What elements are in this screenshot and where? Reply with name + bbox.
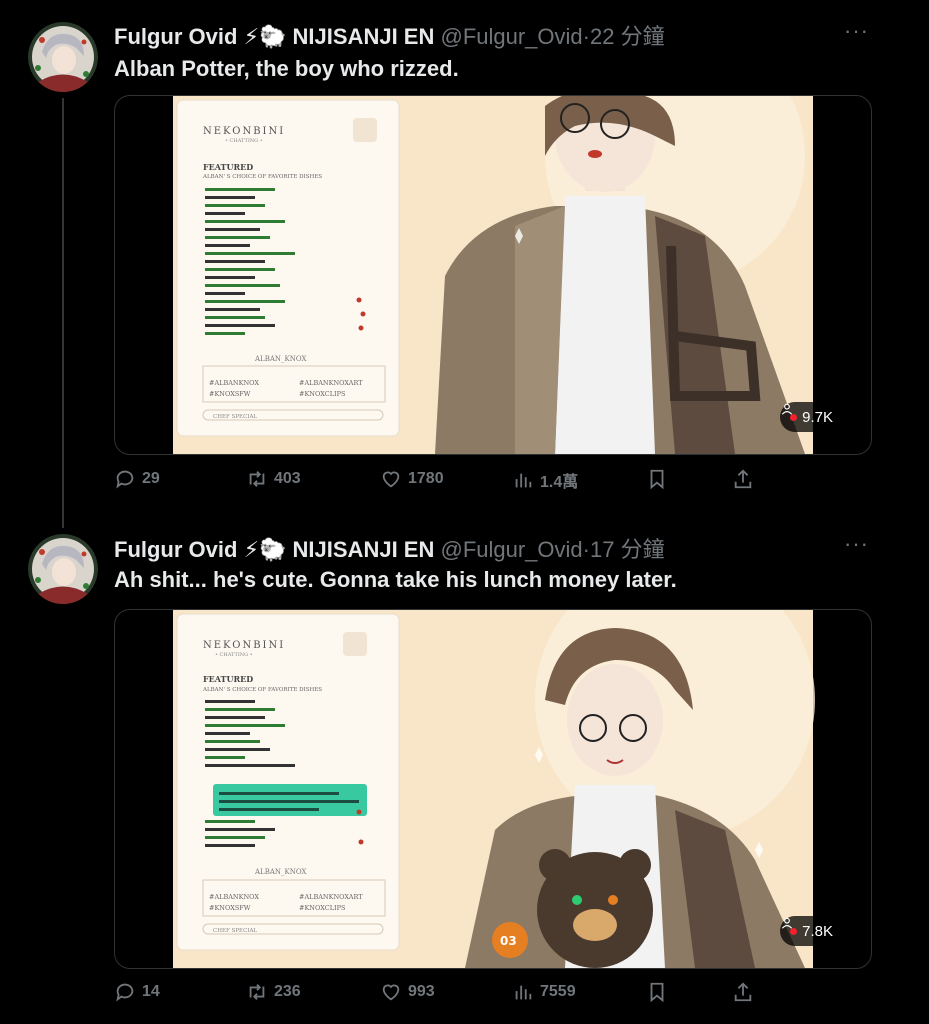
more-options-icon[interactable]: ··· [844,531,869,557]
overlay-tag-4: #KNOXCLIPS [299,390,345,398]
share-button[interactable] [732,468,754,490]
view-count: 9.7K [802,408,833,426]
views-count: 7559 [540,983,576,1000]
bar-chart-icon [515,473,532,488]
tweet-1[interactable]: Fulgur Ovid ⚡🐑 NIJISANJI EN @Fulgur_Ovid… [0,0,929,528]
bar-chart-icon [515,985,532,1000]
tweet-2[interactable]: Fulgur Ovid ⚡🐑 NIJISANJI EN @Fulgur_Ovid… [0,512,929,1024]
author-badges: ⚡🐑 NIJISANJI EN [243,24,435,49]
overlay-tag-3: #KNOXSFW [209,904,251,912]
overlay-tag-1: #ALBANKNOX [209,379,259,387]
overlay-footer: CHEF SPECIAL [213,928,257,934]
author-line: Fulgur Ovid ⚡🐑 NIJISANJI EN @Fulgur_Ovid… [114,532,665,564]
overlay-tag-1: #ALBANKNOX [209,893,259,901]
views-count: 1.4萬 [540,474,579,491]
share-icon [734,469,752,489]
bookmark-button[interactable] [646,981,668,1003]
tweet-text: Ah shit... he's cute. Gonna take his lun… [114,567,677,592]
person-icon [782,403,793,415]
like-button[interactable]: 993 [380,981,435,1003]
reply-count: 14 [142,983,160,1000]
bear-badge: 03 [500,934,517,948]
overlay-social: ALBAN_KNOX [254,355,306,363]
reply-icon [116,470,134,489]
retweet-count: 236 [274,983,301,1000]
overlay-subheading: ALBAN' S CHOICE OF FAVORITE DISHES [202,687,322,693]
overlay-subheading: ALBAN' S CHOICE OF FAVORITE DISHES [202,174,322,180]
author-handle[interactable]: @Fulgur_Ovid [440,537,582,562]
overlay-footer: CHEF SPECIAL [213,414,257,420]
heart-icon [382,471,400,488]
separator: · [582,537,590,562]
author-name[interactable]: Fulgur Ovid [114,537,237,562]
like-count: 1780 [408,470,444,487]
views-button[interactable]: 1.4萬 [512,468,578,492]
retweet-icon [249,984,265,1000]
bookmark-icon [650,469,664,490]
separator: · [582,24,590,49]
share-icon [734,982,752,1002]
tweet-media[interactable]: NEKONBINI • CHATTING • FEATURED ALBAN' S… [114,609,872,969]
tweet-media[interactable]: NEKONBINI • CHATTING • FEATURED ALBAN' S… [114,95,872,455]
timestamp[interactable]: 22 分鐘 [590,24,665,49]
tweet-actions: 14 236 993 7559 [114,981,764,1011]
overlay-tag-3: #KNOXSFW [209,390,251,398]
like-count: 993 [408,983,435,1000]
overlay-social: ALBAN_KNOX [254,868,306,876]
view-count: 7.8K [802,922,833,940]
overlay-heading: FEATURED [203,162,253,172]
views-button[interactable]: 7559 [512,981,576,1003]
overlay-tag-2: #ALBANKNOXART [299,379,363,387]
reply-button[interactable]: 14 [114,981,160,1003]
retweet-icon [249,471,265,487]
overlay-tag-2: #ALBANKNOXART [299,893,363,901]
author-badges: ⚡🐑 NIJISANJI EN [243,537,435,562]
reply-button[interactable]: 29 [114,468,160,490]
overlay-heading: FEATURED [203,674,253,684]
view-count-badge: 9.7K [780,402,843,432]
reply-icon [116,983,134,1002]
bookmark-icon [650,982,664,1003]
overlay-sub: • CHATTING • [215,652,253,658]
tweet-actions: 29 403 1780 1.4萬 [114,468,764,498]
overlay-sub: • CHATTING • [225,138,263,144]
like-button[interactable]: 1780 [380,468,444,490]
overlay-tag-4: #KNOXCLIPS [299,904,345,912]
avatar[interactable] [28,534,98,604]
overlay-brand: NEKONBINI [203,126,285,137]
retweet-button[interactable]: 236 [246,981,301,1003]
avatar[interactable] [28,22,98,92]
heart-icon [382,984,400,1001]
retweet-count: 403 [274,470,301,487]
author-name[interactable]: Fulgur Ovid [114,24,237,49]
timestamp[interactable]: 17 分鐘 [590,537,665,562]
tweet-text: Alban Potter, the boy who rizzed. [114,56,459,81]
thread-line [62,98,64,528]
view-count-badge: 7.8K [780,916,843,946]
reply-count: 29 [142,470,160,487]
bookmark-button[interactable] [646,468,668,490]
author-handle[interactable]: @Fulgur_Ovid [440,24,582,49]
share-button[interactable] [732,981,754,1003]
more-options-icon[interactable]: ··· [844,18,869,44]
author-line: Fulgur Ovid ⚡🐑 NIJISANJI EN @Fulgur_Ovid… [114,19,665,51]
person-icon [782,917,793,929]
retweet-button[interactable]: 403 [246,468,301,490]
overlay-brand: NEKONBINI [203,640,285,651]
